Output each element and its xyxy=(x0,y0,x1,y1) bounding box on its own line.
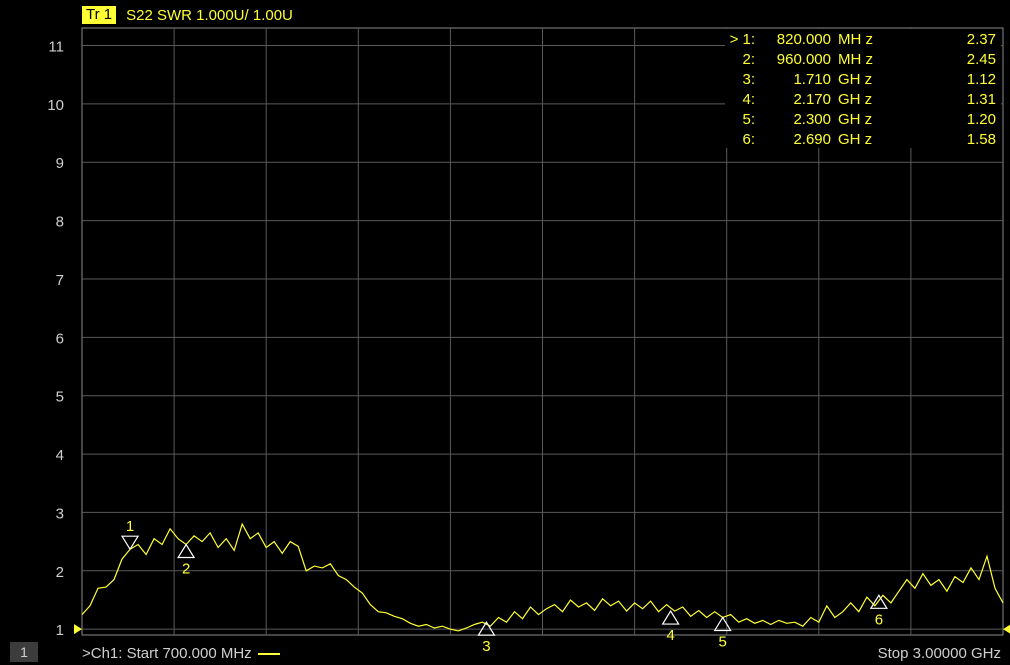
y-tick-label: 2 xyxy=(56,564,64,581)
trace-title[interactable]: Tr 1 S22 SWR 1.000U/ 1.00U xyxy=(82,6,293,24)
marker-table-id: 3: xyxy=(742,71,755,88)
vna-trace-display[interactable]: 12345678910111234 56> 1: 820.000 MH z 2.372:… xyxy=(0,0,1010,665)
marker-table-value: 1.58 xyxy=(967,131,996,148)
marker-table-frequency: 1.710 xyxy=(793,71,831,88)
trace-format-label: S22 SWR 1.000U/ 1.00U xyxy=(126,6,293,24)
marker-table-value: 1.20 xyxy=(967,111,996,128)
marker-table-unit: GH z xyxy=(838,71,872,88)
marker-1-triangle-icon[interactable] xyxy=(120,535,140,551)
y-tick-label: 7 xyxy=(56,272,64,289)
marker-table-frequency: 2.170 xyxy=(793,91,831,108)
marker-table-frequency: 960.000 xyxy=(777,51,831,68)
trace-badge[interactable]: Tr 1 xyxy=(82,6,117,24)
channel-badge[interactable]: 1 xyxy=(10,642,38,662)
marker-table-unit: MH z xyxy=(838,51,873,68)
marker-table-value: 1.31 xyxy=(967,91,996,108)
y-tick-label: 10 xyxy=(47,97,64,114)
marker-table-frequency: 820.000 xyxy=(777,31,831,48)
marker-table-frequency: 2.690 xyxy=(793,131,831,148)
start-frequency-label: >Ch1: Start 700.000 MHz xyxy=(82,645,280,662)
marker-6-label: 6 xyxy=(875,611,883,628)
y-tick-label: 11 xyxy=(48,39,64,56)
marker-1-label: 1 xyxy=(126,518,134,535)
y-tick-label: 1 xyxy=(56,622,64,639)
reference-right-arrow-icon xyxy=(1003,624,1010,634)
start-frequency-text: >Ch1: Start 700.000 MHz xyxy=(82,645,252,662)
y-tick-label: 6 xyxy=(56,330,64,347)
marker-table-unit: GH z xyxy=(838,131,872,148)
marker-table-unit: GH z xyxy=(838,111,872,128)
y-tick-label: 3 xyxy=(56,505,64,522)
trace-color-swatch xyxy=(257,653,280,656)
marker-table-value: 1.12 xyxy=(967,71,996,88)
y-tick-label: 5 xyxy=(56,389,64,406)
marker-2-label: 2 xyxy=(182,561,190,578)
marker-2-triangle-icon[interactable] xyxy=(177,543,196,559)
marker-table-id: > 1: xyxy=(730,31,755,48)
marker-table-frequency: 2.300 xyxy=(793,111,831,128)
marker-table-id: 2: xyxy=(742,51,755,68)
y-tick-label: 4 xyxy=(56,447,64,464)
marker-table-unit: GH z xyxy=(838,91,872,108)
marker-4-triangle-icon[interactable] xyxy=(661,609,680,625)
y-tick-label: 8 xyxy=(56,214,64,231)
marker-table-value: 2.45 xyxy=(967,51,996,68)
marker-table-id: 6: xyxy=(742,131,755,148)
marker-table-unit: MH z xyxy=(838,31,873,48)
y-tick-label: 9 xyxy=(56,155,64,172)
reference-left-arrow-icon xyxy=(74,624,82,635)
marker-table-id: 5: xyxy=(742,111,755,128)
marker-table-id: 4: xyxy=(742,91,755,108)
marker-table-value: 2.37 xyxy=(967,31,996,48)
stop-frequency-label: Stop 3.00000 GHz xyxy=(877,645,1001,662)
marker-5-triangle-icon[interactable] xyxy=(713,616,732,632)
